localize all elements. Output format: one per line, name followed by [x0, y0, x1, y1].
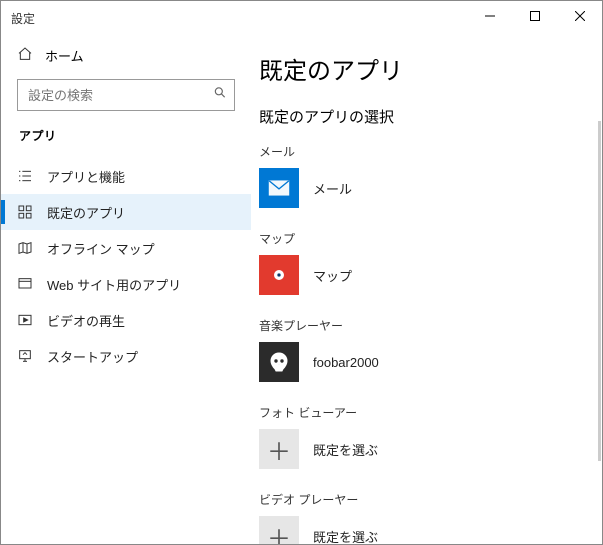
app-tile-mail[interactable]: メール	[259, 168, 578, 208]
window-title: 設定	[11, 6, 35, 27]
default-photo-section: フォト ビューアー ＋ 既定を選ぶ	[259, 404, 578, 469]
search-input[interactable]	[17, 79, 235, 111]
maps-icon	[259, 255, 299, 295]
nav-item-startup[interactable]: スタートアップ	[1, 338, 251, 374]
category-label: フォト ビューアー	[259, 404, 578, 421]
app-name: foobar2000	[313, 355, 379, 370]
close-button[interactable]	[557, 1, 602, 31]
category-title: アプリ	[1, 121, 251, 158]
plus-icon: ＋	[259, 516, 299, 544]
plus-icon: ＋	[259, 429, 299, 469]
nav-item-video-playback[interactable]: ビデオの再生	[1, 302, 251, 338]
titlebar: 設定	[1, 1, 602, 31]
nav-item-default-apps[interactable]: 既定のアプリ	[1, 194, 251, 230]
app-name: メール	[313, 179, 352, 198]
app-name: 既定を選ぶ	[313, 440, 378, 459]
nav-label: アプリと機能	[47, 167, 125, 186]
nav-label: スタートアップ	[47, 347, 138, 366]
category-label: 音楽プレーヤー	[259, 317, 578, 334]
scrollbar[interactable]	[598, 121, 601, 461]
app-tile-music[interactable]: foobar2000	[259, 342, 578, 382]
startup-icon	[17, 348, 33, 364]
foobar-icon	[259, 342, 299, 382]
nav-label: ビデオの再生	[47, 311, 125, 330]
map-icon	[17, 240, 33, 256]
home-label: ホーム	[45, 46, 84, 65]
app-tile-maps[interactable]: マップ	[259, 255, 578, 295]
list-icon	[17, 168, 33, 184]
search-icon	[213, 86, 227, 105]
category-label: ビデオ プレーヤー	[259, 491, 578, 508]
content-area: 既定のアプリ 既定のアプリの選択 メール メール マップ マップ	[251, 31, 602, 544]
maximize-button[interactable]	[512, 1, 557, 31]
mail-icon	[259, 168, 299, 208]
nav-list: アプリと機能 既定のアプリ オフライン マップ	[1, 158, 251, 374]
page-subheading: 既定のアプリの選択	[259, 106, 578, 127]
home-icon	[17, 46, 33, 65]
category-label: メール	[259, 143, 578, 160]
app-name: マップ	[313, 266, 352, 285]
default-music-section: 音楽プレーヤー foobar2000	[259, 317, 578, 382]
default-video-section: ビデオ プレーヤー ＋ 既定を選ぶ	[259, 491, 578, 544]
page-heading: 既定のアプリ	[259, 51, 578, 86]
minimize-button[interactable]	[467, 1, 512, 31]
category-label: マップ	[259, 230, 578, 247]
default-maps-section: マップ マップ	[259, 230, 578, 295]
nav-item-website-apps[interactable]: Web サイト用のアプリ	[1, 266, 251, 302]
sidebar: ホーム アプリ アプリと機能	[1, 31, 251, 544]
app-tile-video[interactable]: ＋ 既定を選ぶ	[259, 516, 578, 544]
nav-label: オフライン マップ	[47, 239, 155, 258]
home-link[interactable]: ホーム	[1, 37, 251, 73]
nav-label: 既定のアプリ	[47, 203, 125, 222]
video-icon	[17, 312, 33, 328]
website-icon	[17, 276, 33, 292]
default-mail-section: メール メール	[259, 143, 578, 208]
nav-item-apps-features[interactable]: アプリと機能	[1, 158, 251, 194]
nav-label: Web サイト用のアプリ	[47, 275, 181, 294]
defaults-icon	[17, 204, 33, 220]
app-tile-photo[interactable]: ＋ 既定を選ぶ	[259, 429, 578, 469]
nav-item-offline-maps[interactable]: オフライン マップ	[1, 230, 251, 266]
window-controls	[467, 1, 602, 31]
app-name: 既定を選ぶ	[313, 527, 378, 545]
